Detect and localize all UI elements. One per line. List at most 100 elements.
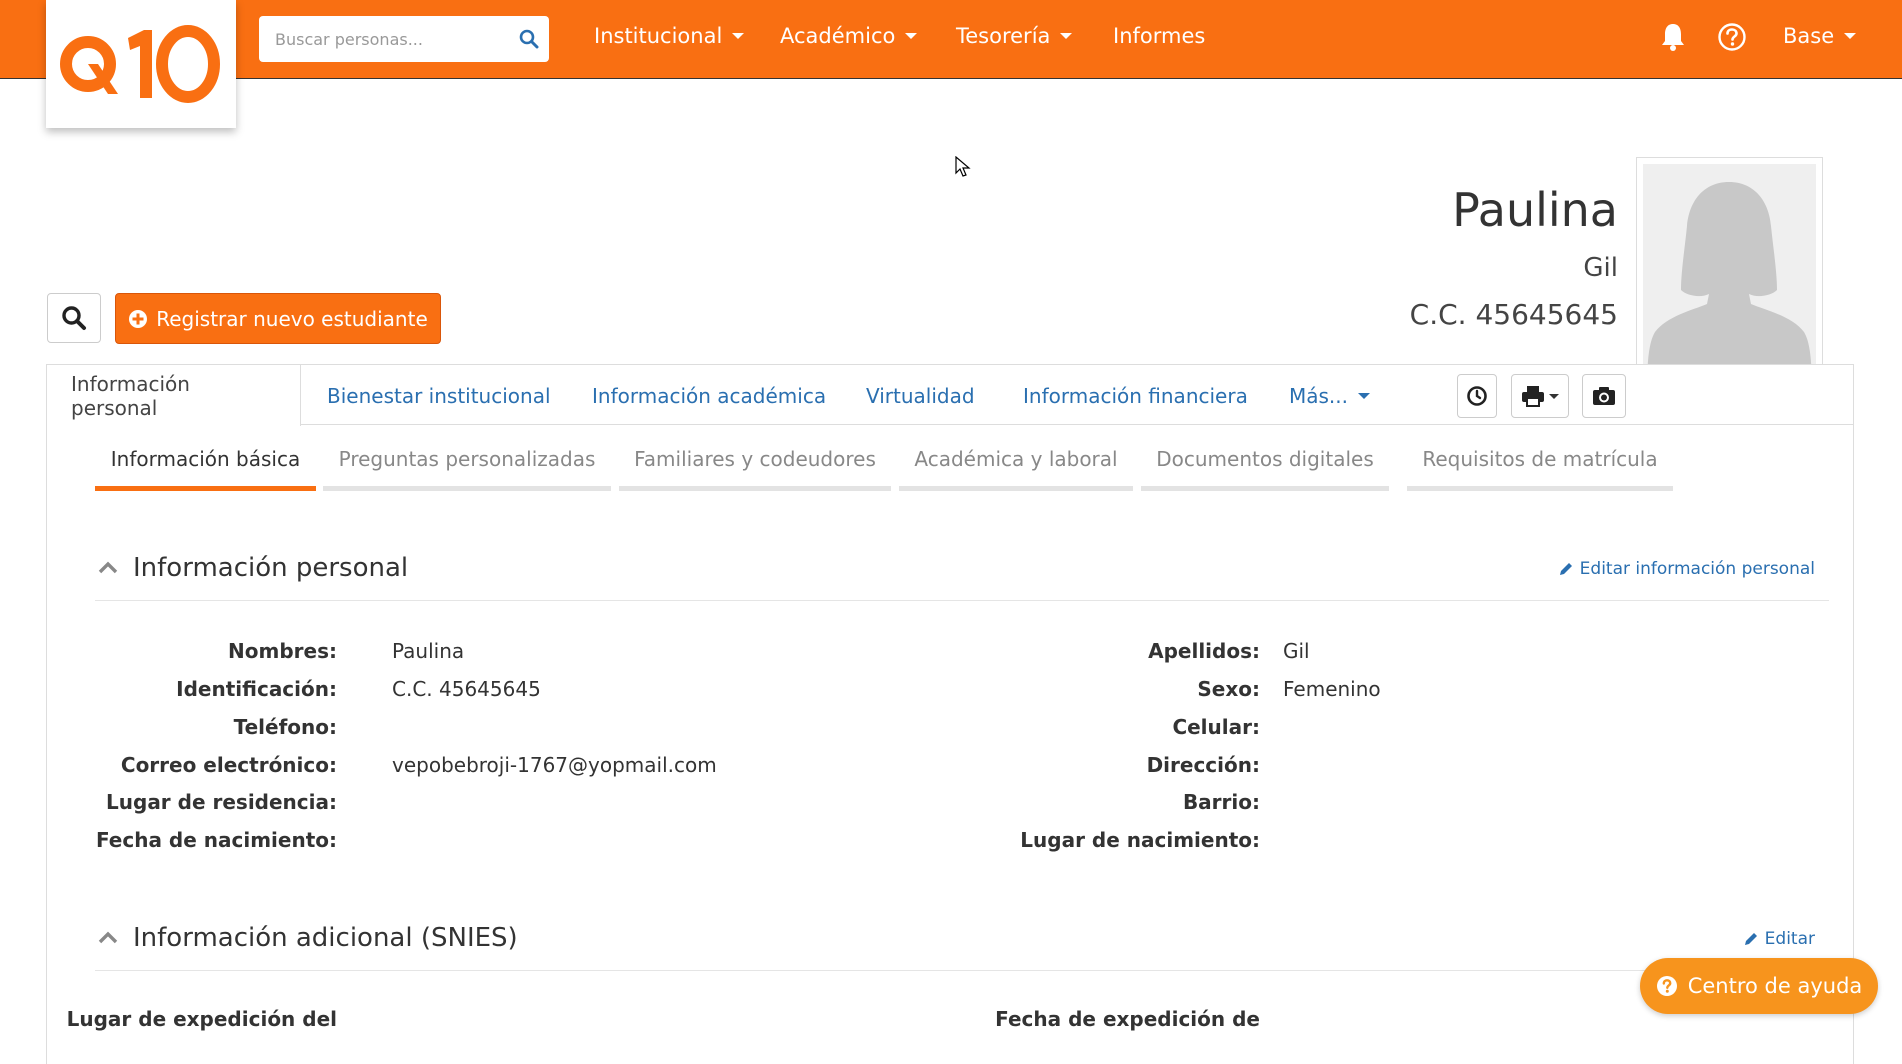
- tab-label: Información financiera: [1023, 383, 1248, 408]
- edit-snies-link[interactable]: Editar: [1743, 929, 1815, 949]
- caret-down-icon: [905, 33, 918, 39]
- camera-icon: [1593, 387, 1615, 405]
- tab-label: Información académica: [592, 383, 827, 408]
- tab-informacion-financiera[interactable]: Información financiera: [1023, 365, 1248, 426]
- nav-label: Institucional: [594, 24, 723, 48]
- caret-down-icon: [1358, 392, 1371, 399]
- print-icon: [1522, 386, 1544, 407]
- subtab-label: Preguntas personalizadas: [338, 447, 596, 471]
- subtab-familiares-codeudores[interactable]: Familiares y codeudores: [619, 447, 891, 491]
- value-correo: vepobebroji-1767@yopmail.com: [392, 753, 717, 777]
- print-button[interactable]: [1511, 374, 1569, 418]
- subtab-label: Documentos digitales: [1156, 447, 1374, 471]
- tab-label: Virtualidad: [866, 383, 975, 408]
- caret-down-icon: [1060, 33, 1073, 39]
- chevron-up-icon[interactable]: [97, 559, 119, 578]
- search-input[interactable]: [259, 16, 509, 62]
- q10-logo-mark: [60, 25, 220, 103]
- edit-label: Editar información personal: [1579, 559, 1815, 579]
- label-celular: Celular:: [1172, 715, 1260, 739]
- subtab-requisitos-matricula[interactable]: Requisitos de matrícula: [1407, 447, 1673, 491]
- clock-icon: [1467, 386, 1487, 406]
- nav-tesoreria[interactable]: Tesorería: [956, 24, 1073, 48]
- label-identificacion: Identificación:: [176, 677, 337, 701]
- tab-label: Más...: [1289, 383, 1349, 408]
- subtab-informacion-basica[interactable]: Información básica: [95, 447, 316, 491]
- tab-label: Bienestar institucional: [327, 383, 551, 408]
- tab-label: Información personal: [71, 371, 190, 420]
- edit-label: Editar: [1764, 929, 1815, 949]
- student-panel: Información personal Bienestar instituci…: [46, 364, 1854, 1064]
- chevron-up-icon[interactable]: [97, 929, 119, 948]
- nav-academico[interactable]: Académico: [780, 24, 918, 48]
- nav-label: Académico: [780, 24, 896, 48]
- subtab-label: Académica y laboral: [914, 447, 1118, 471]
- tab-virtualidad[interactable]: Virtualidad: [866, 365, 975, 426]
- edit-personal-info-link[interactable]: Editar información personal: [1558, 559, 1815, 579]
- subtab-preguntas-personalizadas[interactable]: Preguntas personalizadas: [323, 447, 611, 491]
- help-label: Centro de ayuda: [1687, 974, 1863, 998]
- plus-circle-icon: [129, 309, 148, 328]
- label-telefono: Teléfono:: [233, 715, 337, 739]
- search-box: [259, 16, 549, 62]
- caret-down-icon: [1844, 33, 1857, 39]
- caret-down-icon: [1549, 393, 1559, 399]
- label-apellidos: Apellidos:: [1148, 639, 1260, 663]
- section-title: Información adicional (SNIES): [133, 923, 518, 953]
- bell-icon[interactable]: [1660, 22, 1686, 56]
- label-fecha-expedicion: Fecha de expedición de: [995, 1007, 1260, 1031]
- subtab-academica-laboral[interactable]: Académica y laboral: [899, 447, 1133, 491]
- camera-button[interactable]: [1582, 374, 1626, 418]
- subtab-label: Información básica: [110, 447, 301, 471]
- subtab-documentos-digitales[interactable]: Documentos digitales: [1141, 447, 1389, 491]
- section-title: Información personal: [133, 553, 409, 583]
- label-fecha-nacimiento: Fecha de nacimiento:: [95, 828, 337, 852]
- snies-section-header: Información adicional (SNIES) Editar: [95, 911, 1829, 971]
- question-circle-icon: [1656, 976, 1677, 996]
- student-last-name: Gil: [1583, 253, 1618, 283]
- personal-section-header: Información personal Editar información …: [95, 541, 1829, 601]
- q10-logo[interactable]: [46, 0, 236, 128]
- value-nombres: Paulina: [392, 639, 465, 663]
- value-apellidos: Gil: [1283, 639, 1310, 663]
- label-barrio: Barrio:: [1182, 790, 1260, 814]
- tab-mas[interactable]: Más...: [1289, 365, 1371, 426]
- pencil-icon: [1744, 933, 1757, 945]
- avatar-placeholder-icon: [1643, 164, 1816, 394]
- label-nombres: Nombres:: [228, 639, 337, 663]
- search-icon[interactable]: [509, 29, 549, 49]
- register-student-button[interactable]: Registrar nuevo estudiante: [115, 293, 441, 344]
- student-id: C.C. 45645645: [1409, 298, 1618, 331]
- main-tabs: Información personal Bienestar instituci…: [47, 365, 1853, 426]
- top-navbar: Institucional Académico Tesorería Inform…: [0, 0, 1902, 79]
- label-lugar-residencia: Lugar de residencia:: [106, 790, 337, 814]
- label-lugar-nacimiento: Lugar de nacimiento:: [1020, 828, 1260, 852]
- label-lugar-expedicion: Lugar de expedición del: [66, 1007, 337, 1031]
- help-circle-icon[interactable]: [1717, 22, 1747, 56]
- nav-label: Tesorería: [956, 24, 1051, 48]
- search-icon: [62, 306, 86, 330]
- nav-informes[interactable]: Informes: [1113, 24, 1205, 48]
- history-button[interactable]: [1457, 374, 1497, 418]
- pencil-icon: [1559, 563, 1572, 575]
- search-student-button[interactable]: [47, 293, 101, 343]
- tab-informacion-academica[interactable]: Información académica: [592, 365, 826, 426]
- tab-informacion-personal[interactable]: Información personal: [47, 365, 301, 426]
- help-center-button[interactable]: Centro de ayuda: [1640, 958, 1878, 1014]
- tab-bienestar-institucional[interactable]: Bienestar institucional: [327, 365, 551, 426]
- nav-label: Informes: [1113, 24, 1206, 48]
- label-direccion: Dirección:: [1146, 753, 1260, 777]
- value-sexo: Femenino: [1283, 677, 1381, 701]
- register-label: Registrar nuevo estudiante: [156, 306, 428, 331]
- label-correo: Correo electrónico:: [120, 753, 337, 777]
- subtab-label: Familiares y codeudores: [634, 447, 876, 471]
- nav-institucional[interactable]: Institucional: [594, 24, 745, 48]
- user-menu[interactable]: Base: [1783, 24, 1857, 48]
- value-identificacion: C.C. 45645645: [392, 677, 541, 701]
- caret-down-icon: [732, 33, 745, 39]
- mouse-cursor-icon: [955, 156, 971, 177]
- user-menu-label: Base: [1783, 24, 1835, 48]
- label-sexo: Sexo:: [1197, 677, 1260, 701]
- student-first-name: Paulina: [1452, 183, 1618, 237]
- subtab-label: Requisitos de matrícula: [1422, 447, 1658, 471]
